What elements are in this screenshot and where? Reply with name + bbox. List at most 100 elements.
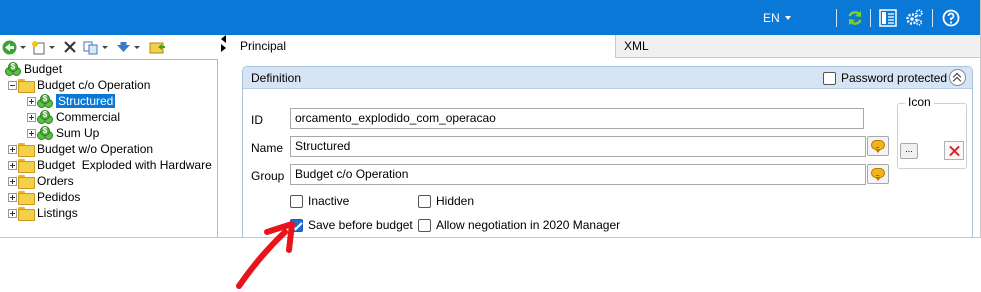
tree-toolbar [0,35,218,59]
tree-node-pedidos[interactable]: Pedidos [8,189,80,205]
back-icon [2,40,17,54]
tree-node-listings[interactable]: Listings [8,205,78,221]
translate-icon: ... [871,140,885,153]
money-icon: $ [5,62,21,76]
help-icon[interactable] [942,9,960,27]
folder-icon [18,143,35,157]
folder-icon [18,207,35,221]
save-before-budget-label: Save before budget [308,218,413,232]
tab-bar: Principal XML [232,35,980,58]
tree-node-budget[interactable]: $ Budget [5,61,62,77]
tab-xml[interactable]: XML [616,35,980,58]
expand-icon[interactable] [27,128,36,138]
expand-icon[interactable] [8,160,17,170]
id-field[interactable]: orcamento_explodido_com_operacao [290,108,864,129]
tree-node-budget-wo-operation[interactable]: Budget w/o Operation [8,141,153,157]
copy-button[interactable] [83,39,108,55]
principal-panel: Definition Password protected ID orcamen… [232,58,980,237]
tree-node-label: Budget [24,62,63,76]
new-document-icon [32,40,45,54]
delete-button[interactable] [63,39,77,55]
application-window: EN $ Budget Budget c/o Operation $ Struc… [0,0,981,238]
chevron-down-icon [20,45,26,49]
expand-right-icon[interactable] [221,44,226,52]
hidden-checkbox[interactable]: Hidden [418,194,474,208]
hidden-label: Hidden [436,194,475,208]
password-protected-checkbox[interactable]: Password protected [823,71,947,85]
folder-icon [18,159,35,173]
name-translate-button[interactable]: ... [867,136,889,156]
language-label: EN [763,11,780,25]
top-bar: EN [0,0,980,35]
tab-principal[interactable]: Principal [232,35,616,58]
password-protected-label: Password protected [841,71,948,85]
checkbox-box[interactable] [418,194,431,208]
collapse-section-icon[interactable] [949,69,966,86]
icon-label: Icon [905,95,934,109]
expand-icon[interactable] [8,144,17,154]
tree-node-sum-up[interactable]: $ Sum Up [27,125,99,141]
name-field[interactable]: Structured [290,136,866,157]
chevron-down-icon [134,45,140,49]
tree-node-label: Structured [56,94,116,108]
icon-browse-button[interactable]: ... [900,143,918,159]
settings-icon[interactable] [905,9,923,27]
inactive-checkbox[interactable]: Inactive [290,194,349,208]
chevron-down-icon [784,16,791,20]
allow-negotiation-label: Allow negotiation in 2020 Manager [436,218,621,232]
tree-node-label: Commercial [56,110,121,124]
definition-title: Definition [251,71,302,85]
move-button[interactable] [116,39,140,55]
toolbar-separator [932,9,933,27]
collapse-icon[interactable] [8,80,17,90]
tree-node-structured[interactable]: $ Structured [27,93,116,109]
tree-node-label: Pedidos [37,190,81,204]
tree-node-label: Orders [37,174,74,188]
tree-node-label: Listings [37,206,78,220]
pane-splitter[interactable] [219,35,231,237]
tree-node-label: Sum Up [56,126,100,140]
back-button[interactable] [2,39,26,55]
checkbox-box[interactable] [823,71,836,85]
expand-icon[interactable] [8,208,17,218]
money-icon: $ [37,126,53,140]
tree-node-commercial[interactable]: $ Commercial [27,109,120,125]
tree-node-label: Budget w/o Operation [37,142,154,156]
inactive-label: Inactive [308,194,350,208]
expand-icon[interactable] [8,192,17,202]
toolbar-separator [870,9,871,27]
money-icon: $ [37,110,53,124]
expand-icon[interactable] [8,176,17,186]
layout-icon[interactable] [879,9,897,27]
export-icon [149,42,165,53]
tree-node-label: Budget c/o Operation [37,78,151,92]
definition-header: Definition Password protected [243,67,972,89]
budget-tree: $ Budget Budget c/o Operation $ Structur… [0,59,218,237]
checkbox-box[interactable] [418,218,431,232]
tree-node-orders[interactable]: Orders [8,173,74,189]
name-label: Name [251,141,284,155]
move-icon [117,42,130,52]
tree-node-label: Budget Exploded with Hardware [37,158,212,172]
money-icon: $ [37,94,53,108]
icon-clear-button[interactable] [944,141,964,160]
refresh-icon[interactable] [846,9,864,27]
allow-negotiation-checkbox[interactable]: Allow negotiation in 2020 Manager [418,218,620,232]
checkbox-box[interactable] [290,194,303,208]
expand-icon[interactable] [27,112,36,122]
collapse-left-icon[interactable] [221,35,226,43]
id-label: ID [251,113,263,127]
definition-group: Definition Password protected ID orcamen… [242,66,973,237]
delete-icon [64,41,76,53]
group-label: Group [251,169,285,183]
language-selector[interactable]: EN [763,11,791,25]
group-translate-button[interactable]: ... [867,164,889,184]
group-field[interactable]: Budget c/o Operation [290,164,866,185]
expand-icon[interactable] [27,96,36,106]
tree-node-budget-co-operation[interactable]: Budget c/o Operation [8,77,150,93]
new-button[interactable] [31,39,55,55]
tree-node-budget-exploded-hardware[interactable]: Budget Exploded with Hardware [8,157,212,173]
copy-icon [83,41,98,54]
export-button[interactable] [149,39,165,55]
folder-icon [18,191,35,205]
